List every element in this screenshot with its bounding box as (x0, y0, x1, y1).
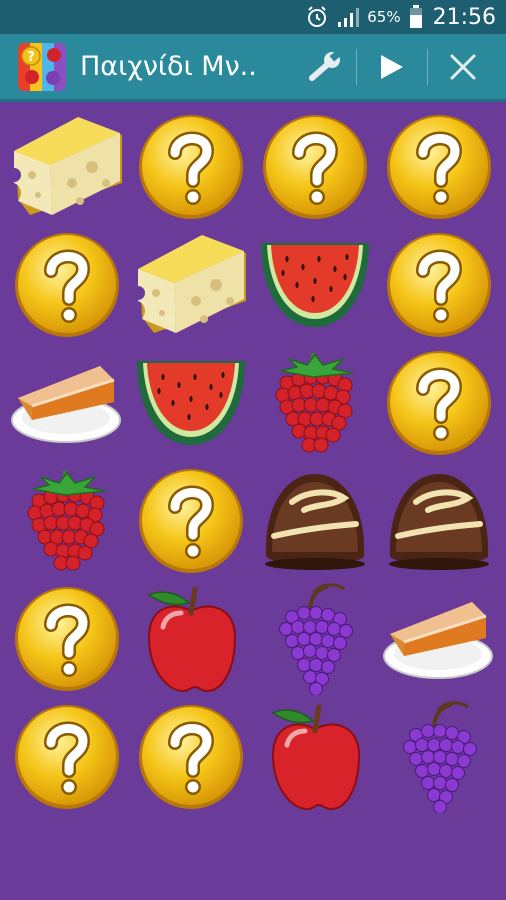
card-hidden[interactable] (129, 462, 253, 580)
alarm-icon (305, 5, 329, 29)
card-pie[interactable] (377, 580, 501, 698)
chocolate-icon (384, 466, 494, 576)
card-hidden[interactable] (5, 226, 129, 344)
question-mark-icon (11, 583, 123, 695)
card-raspberry[interactable] (253, 344, 377, 462)
close-button[interactable] (428, 33, 498, 101)
watermelon-icon (133, 355, 249, 451)
card-apple[interactable] (253, 698, 377, 816)
card-hidden[interactable] (129, 698, 253, 816)
question-mark-icon (383, 347, 495, 459)
apple-icon (267, 701, 363, 813)
play-button[interactable] (357, 33, 427, 101)
cheese-icon (10, 113, 124, 221)
card-watermelon[interactable] (253, 226, 377, 344)
question-mark-icon (383, 111, 495, 223)
grapes-icon (270, 583, 360, 695)
status-bar: 65% 21:56 (0, 0, 506, 34)
card-watermelon[interactable] (129, 344, 253, 462)
signal-icon (337, 6, 361, 28)
clock: 21:56 (432, 4, 496, 30)
watermelon-icon (257, 237, 373, 333)
close-icon (450, 54, 476, 79)
battery-percent: 65% (367, 8, 401, 26)
question-mark-icon (11, 229, 123, 341)
play-icon (381, 54, 403, 79)
question-mark-icon (135, 465, 247, 577)
question-mark-icon (259, 111, 371, 223)
apple-icon (143, 583, 239, 695)
card-cheese[interactable] (129, 226, 253, 344)
pie-icon (10, 358, 124, 448)
card-chocolate[interactable] (253, 462, 377, 580)
raspberry-icon (19, 465, 115, 577)
card-hidden[interactable] (129, 108, 253, 226)
card-hidden[interactable] (253, 108, 377, 226)
card-hidden[interactable] (377, 108, 501, 226)
svg-text:?: ? (27, 50, 35, 65)
app-icon: ? (18, 42, 66, 91)
card-raspberry[interactable] (5, 462, 129, 580)
chocolate-icon (260, 466, 370, 576)
card-grapes[interactable] (377, 698, 501, 816)
card-hidden[interactable] (377, 226, 501, 344)
question-mark-icon (383, 229, 495, 341)
action-bar: ? Παιχνίδι Μν.. (0, 34, 506, 102)
card-chocolate[interactable] (377, 462, 501, 580)
question-mark-icon (135, 701, 247, 813)
cheese-icon (134, 231, 248, 339)
raspberry-icon (267, 347, 363, 459)
card-cheese[interactable] (5, 108, 129, 226)
card-hidden[interactable] (5, 698, 129, 816)
pie-icon (382, 594, 496, 684)
card-hidden[interactable] (5, 580, 129, 698)
battery-icon (409, 5, 423, 29)
card-pie[interactable] (5, 344, 129, 462)
card-apple[interactable] (129, 580, 253, 698)
card-hidden[interactable] (377, 344, 501, 462)
wrench-icon (309, 49, 342, 81)
question-mark-icon (135, 111, 247, 223)
question-mark-icon (11, 701, 123, 813)
grapes-icon (394, 701, 484, 813)
memory-board (5, 108, 501, 816)
app-title: Παιχνίδι Μν.. (80, 51, 257, 82)
settings-button[interactable] (296, 33, 356, 101)
card-grapes[interactable] (253, 580, 377, 698)
